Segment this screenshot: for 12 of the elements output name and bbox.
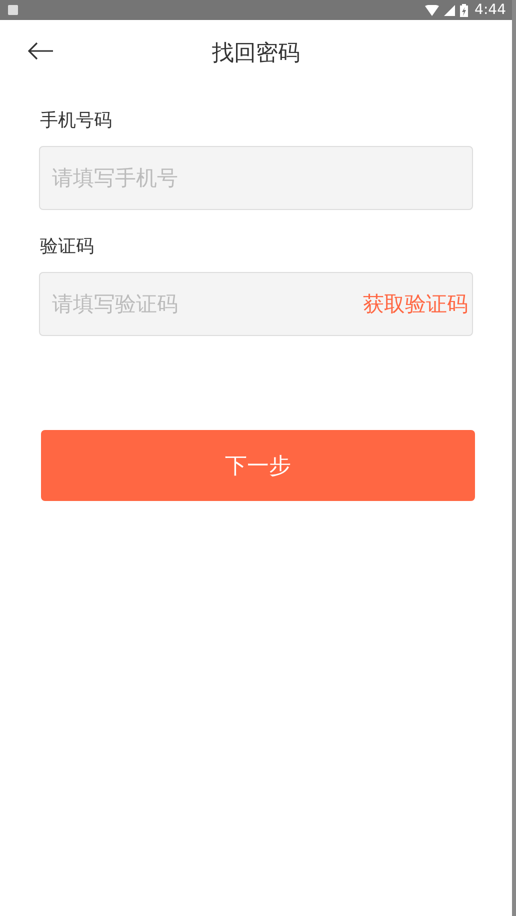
battery-icon bbox=[460, 4, 468, 16]
field-label: 验证码 bbox=[40, 235, 95, 259]
input-field[interactable]: 请填写手机号 bbox=[39, 146, 473, 210]
notification-icon bbox=[8, 5, 18, 15]
next-button[interactable]: 下一步 bbox=[41, 430, 475, 501]
status-time: 4:44 bbox=[474, 2, 506, 18]
signal-icon bbox=[444, 4, 455, 16]
get-code-link[interactable]: 获取验证码 bbox=[363, 290, 468, 318]
back-arrow-icon[interactable] bbox=[28, 42, 54, 60]
wifi-icon bbox=[424, 4, 439, 16]
field-label: 手机号码 bbox=[40, 109, 113, 133]
page-title: 找回密码 bbox=[212, 40, 300, 68]
